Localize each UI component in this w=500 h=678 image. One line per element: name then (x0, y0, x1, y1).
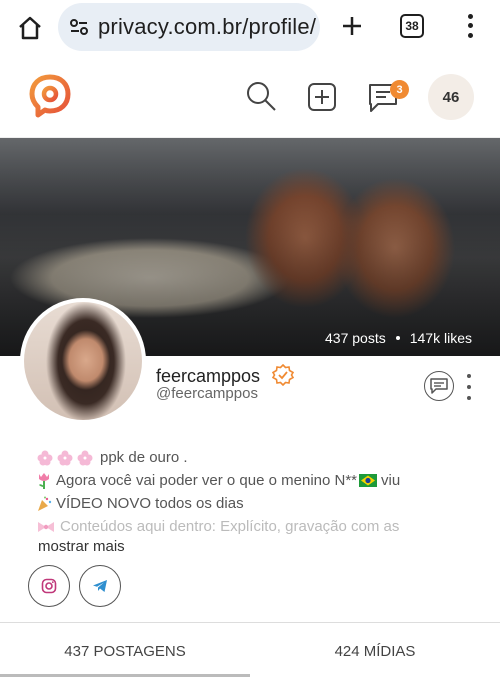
tab-switcher-button[interactable]: 38 (400, 14, 424, 38)
instagram-icon (41, 578, 57, 594)
app-header: 3 46 (0, 58, 500, 138)
profile-avatar[interactable] (20, 298, 146, 424)
bio-text: Agora você vai poder ver o que o menino … (56, 472, 358, 489)
add-post-icon[interactable] (307, 82, 337, 112)
privacy-logo-icon[interactable] (28, 74, 72, 118)
bio-text: Conteúdos aqui dentro: Explícito, gravaç… (60, 518, 400, 535)
instagram-button[interactable] (28, 565, 70, 607)
profile-bio: ppk de ouro . Agora você vai poder ver o… (36, 446, 476, 538)
dot-separator (395, 336, 400, 340)
home-icon[interactable] (14, 12, 46, 44)
posts-count: 437 posts (325, 330, 386, 346)
telegram-icon (93, 580, 107, 592)
search-icon[interactable] (245, 80, 277, 112)
bio-line: ppk de ouro . (36, 446, 476, 469)
tab-label: 437 POSTAGENS (64, 642, 186, 660)
party-popper-icon (36, 496, 52, 512)
profile-photo (24, 302, 142, 420)
ribbon-icon (36, 520, 56, 534)
telegram-button[interactable] (79, 565, 121, 607)
tab-label: 424 MÍDIAS (334, 642, 416, 660)
url-bar[interactable]: privacy.com.br/profile/ (58, 3, 320, 51)
messages-badge: 3 (390, 80, 409, 99)
tab-posts[interactable]: 437 POSTAGENS (0, 623, 250, 678)
tulip-icon (36, 472, 52, 490)
flower-icon (36, 449, 96, 467)
cover-stats: 437 posts 147k likes (325, 330, 472, 346)
browser-menu-icon[interactable] (460, 12, 480, 40)
bio-line: Conteúdos aqui dentro: Explícito, gravaç… (36, 515, 476, 538)
browser-toolbar: privacy.com.br/profile/ 38 (0, 0, 500, 58)
profile-tabs: 437 POSTAGENS 424 MÍDIAS (0, 622, 500, 678)
profile-name: feercamppos (156, 366, 261, 386)
bio-text: ppk de ouro . (100, 449, 188, 466)
tab-count: 38 (405, 19, 419, 33)
url-text[interactable]: privacy.com.br/profile/ (98, 14, 316, 40)
verified-badge-icon (271, 363, 295, 387)
tab-media[interactable]: 424 MÍDIAS (250, 623, 500, 678)
user-avatar[interactable]: 46 (428, 74, 474, 120)
bio-line: VÍDEO NOVO todos os dias (36, 492, 476, 515)
site-settings-icon[interactable] (68, 16, 90, 38)
message-button[interactable] (424, 371, 454, 401)
likes-count: 147k likes (409, 330, 472, 346)
bio-text: VÍDEO NOVO todos os dias (56, 495, 244, 512)
new-tab-icon[interactable] (338, 12, 366, 40)
bio-line: Agora você vai poder ver o que o menino … (36, 469, 476, 492)
brazil-flag-icon (359, 474, 378, 487)
bio-text-suffix: viu (381, 472, 401, 489)
profile-handle: @feercamppos (156, 385, 258, 402)
more-options-icon[interactable] (465, 374, 473, 400)
show-more-link[interactable]: mostrar mais (38, 538, 125, 555)
